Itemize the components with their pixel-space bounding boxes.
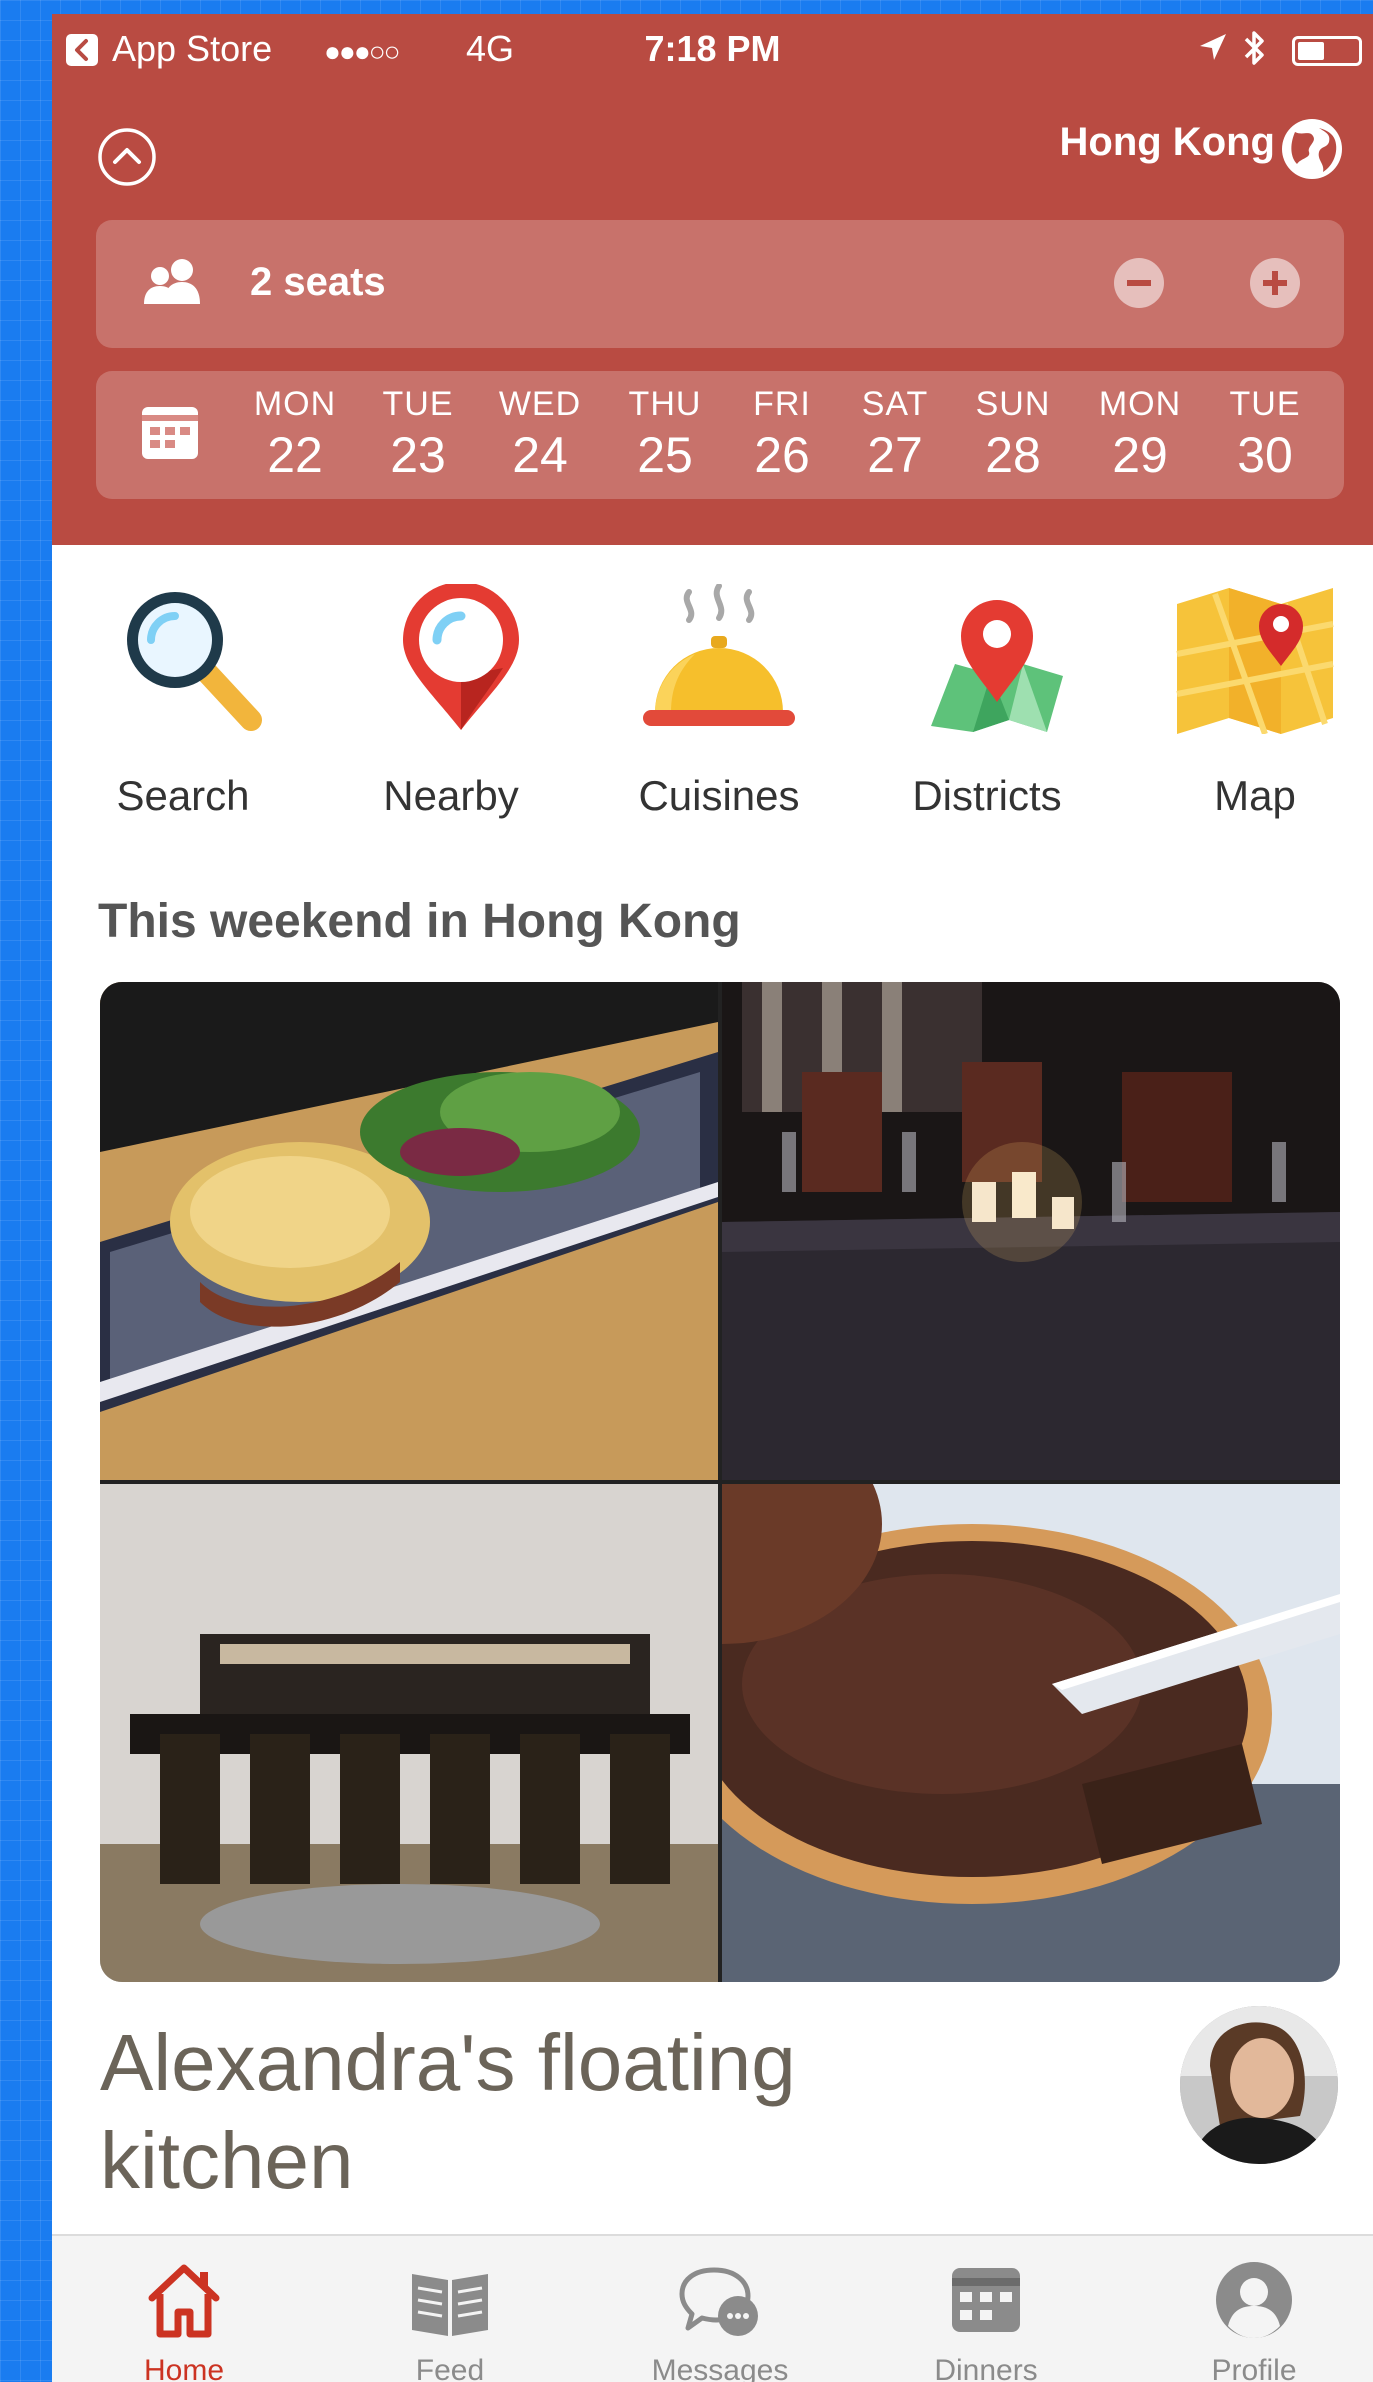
chat-bubble-icon [679, 2267, 758, 2336]
section-title: This weekend in Hong Kong [98, 895, 741, 948]
collapse-chevron-icon[interactable] [96, 126, 158, 188]
battery-level [1298, 42, 1324, 60]
district-map-icon [931, 600, 1063, 732]
date-tue-30[interactable]: TUE 30 [1210, 385, 1320, 484]
host-avatar[interactable] [1180, 2006, 1338, 2164]
candlelit-table-photo [722, 982, 1340, 1480]
people-icon [144, 259, 200, 304]
seats-count: 2 seats [250, 260, 386, 304]
date-mon-22[interactable]: MON 22 [240, 385, 350, 484]
date-sun-28[interactable]: SUN 28 [958, 385, 1068, 484]
calendar-icon [952, 2268, 1020, 2332]
dinner-photo-collage[interactable] [100, 982, 1340, 1982]
tab-home[interactable]: Home [84, 2236, 284, 2382]
tab-bar: Home Feed Messages Dinners Profile [52, 2234, 1373, 2382]
book-icon [412, 2274, 488, 2336]
increase-seats-button[interactable] [1250, 258, 1300, 308]
date-selector: MON 22 TUE 23 WED 24 THU 25 FRI 26 SAT 27 SUN 2… [96, 371, 1344, 499]
chocolate-tart-photo [722, 1484, 1340, 1982]
map-pin-icon [403, 584, 519, 730]
tab-profile[interactable]: Profile [1154, 2236, 1354, 2382]
header: App Store ●●●○○ 4G 7:18 PM Hong Kong 2 s… [52, 14, 1373, 545]
home-icon [148, 2264, 220, 2338]
date-mon-29[interactable]: MON 29 [1085, 385, 1195, 484]
app-screen: App Store ●●●○○ 4G 7:18 PM Hong Kong 2 s… [52, 14, 1373, 2382]
location-arrow-icon [1200, 34, 1226, 60]
dinner-title[interactable]: Alexandra's floating kitchen [100, 2014, 1000, 2210]
dining-room-photo [100, 1484, 718, 1982]
globe-icon[interactable] [1279, 116, 1345, 182]
tab-dinners[interactable]: Dinners [886, 2236, 1086, 2382]
tab-messages[interactable]: Messages [620, 2236, 820, 2382]
battery-icon [1292, 36, 1362, 66]
bluetooth-icon [1244, 31, 1264, 65]
folded-map-icon [1176, 588, 1334, 734]
date-tue-23[interactable]: TUE 23 [363, 385, 473, 484]
seats-selector: 2 seats [96, 220, 1344, 348]
date-fri-26[interactable]: FRI 26 [727, 385, 837, 484]
city-name[interactable]: Hong Kong [1060, 120, 1276, 165]
decrease-seats-button[interactable] [1114, 258, 1164, 308]
food-photo-crumble [100, 982, 718, 1480]
date-wed-24[interactable]: WED 24 [485, 385, 595, 484]
date-sat-27[interactable]: SAT 27 [840, 385, 950, 484]
calendar-icon [142, 407, 198, 459]
cloche-icon [643, 584, 795, 726]
status-time: 7:18 PM [644, 28, 781, 69]
status-bar: App Store ●●●○○ 4G 7:18 PM [52, 14, 1373, 80]
person-icon [1216, 2262, 1292, 2338]
tab-feed[interactable]: Feed [350, 2236, 550, 2382]
search-icon [127, 592, 262, 731]
date-thu-25[interactable]: THU 25 [610, 385, 720, 484]
